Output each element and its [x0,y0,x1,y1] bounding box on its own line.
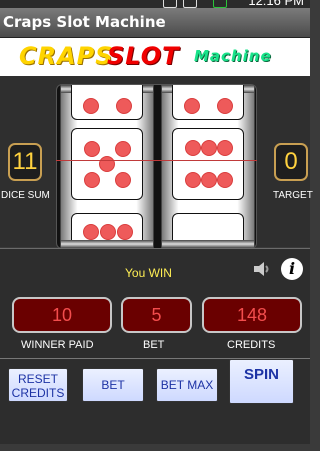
payline [56,160,257,161]
dice-sum-label: DICE SUM [1,190,50,201]
pip [185,140,201,156]
notification-icon [163,0,177,8]
speaker-icon[interactable] [252,259,272,279]
winner-paid-label: WINNER PAID [21,339,94,351]
reel-window [56,84,257,249]
info-icon[interactable]: i [281,258,303,280]
pip [201,140,217,156]
reset-label-line1: RESET [17,372,58,386]
pip [217,140,233,156]
bet-label: BET [143,339,165,351]
pip [217,98,233,114]
left-reel-upper-die [71,85,143,120]
pip [117,224,133,240]
banner-craps: CRAPS [19,42,114,70]
winner-paid-display: 10 [12,297,112,333]
left-reel [60,85,154,248]
signal-icon [183,0,197,8]
bet-display: 5 [121,297,192,333]
target-label: TARGET [273,190,313,201]
spin-button[interactable]: SPIN [229,359,294,404]
banner-machine: Machine [194,47,272,65]
banner-slot: SLOT [107,42,180,70]
bet-button-label: BET [101,378,125,392]
credits-label: CREDITS [227,339,276,351]
bet-max-button[interactable]: BET MAX [156,368,218,402]
left-reel-center-die [71,128,143,200]
app-title-bar: Craps Slot Machine [0,8,310,38]
target-display: 0 [274,143,308,181]
right-reel [161,85,255,248]
dice-sum-display: 11 [8,143,42,181]
pip [84,141,100,157]
battery-icon [213,0,227,8]
bet-max-button-label: BET MAX [160,378,214,392]
pip [217,172,233,188]
right-reel-upper-die [172,85,244,120]
pip [84,172,100,188]
credits-display: 148 [202,297,302,333]
pip [184,98,200,114]
pip [116,98,132,114]
pip [185,172,201,188]
spin-button-label: SPIN [243,366,279,383]
bet-button[interactable]: BET [82,368,144,402]
reset-label-line2: CREDITS [11,386,65,400]
pip [83,98,99,114]
pip [201,172,217,188]
pip [115,172,131,188]
status-time: 12:16 PM [248,0,304,8]
reset-credits-button[interactable]: RESET CREDITS [8,368,68,402]
pip [100,224,116,240]
right-reel-center-die [172,128,244,200]
right-reel-bottom-cap [162,240,254,248]
pip [115,141,131,157]
left-reel-bottom-cap [61,240,153,248]
status-bar: 12:16 PM [0,0,310,8]
win-message: You WIN [125,266,172,280]
game-banner: CRAPS SLOT Machine [0,38,310,76]
pip [83,224,99,240]
app-title: Craps Slot Machine [3,13,166,31]
pip [99,156,115,172]
